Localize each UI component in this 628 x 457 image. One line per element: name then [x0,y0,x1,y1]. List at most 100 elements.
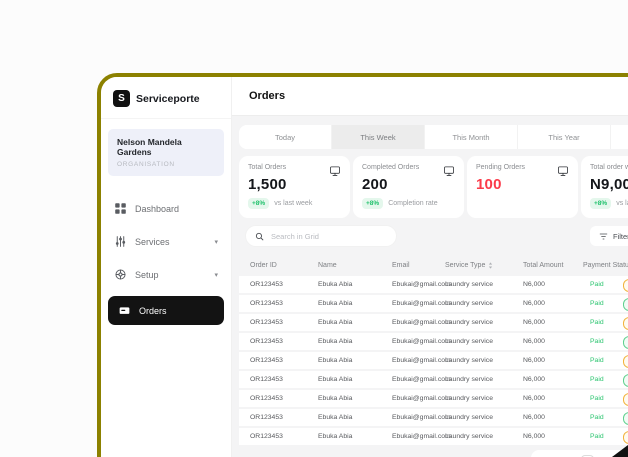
stat-card-title: Total Orders [248,164,287,171]
stat-card-note: vs last week [616,200,628,207]
status-pill-cutoff[interactable] [623,355,628,368]
table-row[interactable]: OR123453 Ebuka Abia Ebukai@gmail.com Lau… [239,314,628,331]
cell-payment-status: Paid [590,338,604,345]
sidebar-item-services[interactable]: Services ▾ [101,225,231,258]
status-pill-cutoff[interactable] [623,431,628,444]
cell-name: Ebuka Abia [318,376,353,383]
stat-card-total-orders: Total Orders 1,500 +8% vs last week [239,156,350,218]
trend-badge: +8% [362,198,384,209]
screen: S Serviceporte Nelson Mandela Gardens OR… [0,0,628,457]
cell-payment-status: Paid [590,376,604,383]
cell-service-type: Laundry service [445,414,493,421]
column-header-name: Name [318,261,337,269]
search-input[interactable] [269,230,387,242]
chevron-down-icon: ▾ [214,238,218,246]
cell-payment-status: Paid [590,395,604,402]
stat-card-footer: +8% Completion rate [362,198,455,209]
cell-email: Ebukai@gmail.com [392,395,451,402]
cell-total-amount: N6,000 [523,376,545,383]
status-pill-cutoff[interactable] [623,317,628,330]
cell-name: Ebuka Abia [318,319,353,326]
brand-header: S Serviceporte [101,90,231,119]
stat-card-value: 1,500 [248,176,287,193]
cell-service-type: Laundry service [445,395,493,402]
stat-card-footer: +8% vs last week [590,198,628,209]
page-title: Orders [249,90,286,102]
filters-button[interactable]: Filters [590,226,628,246]
table-row[interactable]: OR123453 Ebuka Abia Ebukai@gmail.com Lau… [239,390,628,407]
cell-payment-status: Paid [590,300,604,307]
table-row[interactable]: OR123453 Ebuka Abia Ebukai@gmail.com Lau… [239,352,628,369]
sort-icon [488,261,493,269]
status-pill-cutoff[interactable] [623,298,628,311]
table-row[interactable]: OR123453 Ebuka Abia Ebukai@gmail.com Lau… [239,409,628,426]
cell-service-type: Laundry service [445,300,493,307]
cell-service-type: Laundry service [445,376,493,383]
table-row[interactable]: OR123453 Ebuka Abia Ebukai@gmail.com Lau… [239,428,628,445]
cell-total-amount: N6,000 [523,357,545,364]
status-pill-cutoff[interactable] [623,374,628,387]
page-header: Orders [232,77,628,116]
services-sliders-icon [114,235,127,248]
stat-card-note: Completion rate [388,200,438,207]
cell-email: Ebukai@gmail.com [392,300,451,307]
cell-order-id: OR123453 [250,281,283,288]
app-window: S Serviceporte Nelson Mandela Gardens OR… [97,73,628,457]
stat-card-footer: +8% vs last week [248,198,341,209]
tab-label: This Week [360,132,396,142]
sidebar-item-orders[interactable]: Orders [108,296,224,325]
stat-cards-row: Total Orders 1,500 +8% vs last week Comp… [239,156,628,218]
cell-total-amount: N6,000 [523,338,545,345]
cell-order-id: OR123453 [250,300,283,307]
stat-card-title: Pending Orders [476,164,526,171]
cell-name: Ebuka Abia [318,300,353,307]
cell-email: Ebukai@gmail.com [392,281,451,288]
serviceporte-logo-icon: S [113,90,130,107]
cell-total-amount: N6,000 [523,395,545,402]
brand-name: Serviceporte [136,92,200,105]
table-row[interactable]: OR123453 Ebuka Abia Ebukai@gmail.com Lau… [239,276,628,293]
cell-order-id: OR123453 [250,414,283,421]
table-row[interactable]: OR123453 Ebuka Abia Ebukai@gmail.com Lau… [239,295,628,312]
cell-total-amount: N6,000 [523,414,545,421]
sidebar-item-setup[interactable]: Setup ▾ [101,258,231,291]
cell-service-type: Laundry service [445,281,493,288]
stat-card-note: vs last week [274,200,313,207]
cell-service-type: Laundry service [445,319,493,326]
search-box[interactable] [245,225,397,247]
chevron-down-icon: ▾ [214,271,218,279]
table-row[interactable]: OR123453 Ebuka Abia Ebukai@gmail.com Lau… [239,371,628,388]
sidebar-item-label: Setup [135,269,159,280]
cell-service-type: Laundry service [445,433,493,440]
table-header-row: Order ID Name Email Service Type Total Amoun… [239,255,628,275]
tab-this-year[interactable]: This Year [518,125,611,149]
status-pill-cutoff[interactable] [623,412,628,425]
tabbar-filler [611,125,628,149]
trend-badge: +8% [590,198,612,209]
orders-table: Order ID Name Email Service Type Total Amoun… [239,255,628,445]
cell-payment-status: Paid [590,281,604,288]
cell-email: Ebukai@gmail.com [392,433,451,440]
stat-card-value: N9,000 [590,176,628,193]
tab-this-month[interactable]: This Month [425,125,518,149]
organisation-card[interactable]: Nelson Mandela Gardens ORGANISATION [108,129,224,176]
status-pill-cutoff[interactable] [623,279,628,292]
stat-card-value: 100 [476,176,502,193]
tab-this-week[interactable]: This Week [332,125,425,149]
column-header-email: Email [392,261,410,269]
cell-email: Ebukai@gmail.com [392,319,451,326]
stat-card-total-order-worth: Total order worth N9,000 +8% vs last wee… [581,156,628,218]
cell-email: Ebukai@gmail.com [392,414,451,421]
cell-order-id: OR123453 [250,433,283,440]
cell-name: Ebuka Abia [318,395,353,402]
cell-total-amount: N6,000 [523,281,545,288]
cell-email: Ebukai@gmail.com [392,357,451,364]
status-pill-cutoff[interactable] [623,393,628,406]
tab-today[interactable]: Today [239,125,332,149]
cell-service-type: Laundry service [445,357,493,364]
sidebar-item-dashboard[interactable]: Dashboard [101,192,231,225]
table-row[interactable]: OR123453 Ebuka Abia Ebukai@gmail.com Lau… [239,333,628,350]
status-pill-cutoff[interactable] [623,336,628,349]
column-header-service-type[interactable]: Service Type [445,262,523,269]
cell-order-id: OR123453 [250,338,283,345]
